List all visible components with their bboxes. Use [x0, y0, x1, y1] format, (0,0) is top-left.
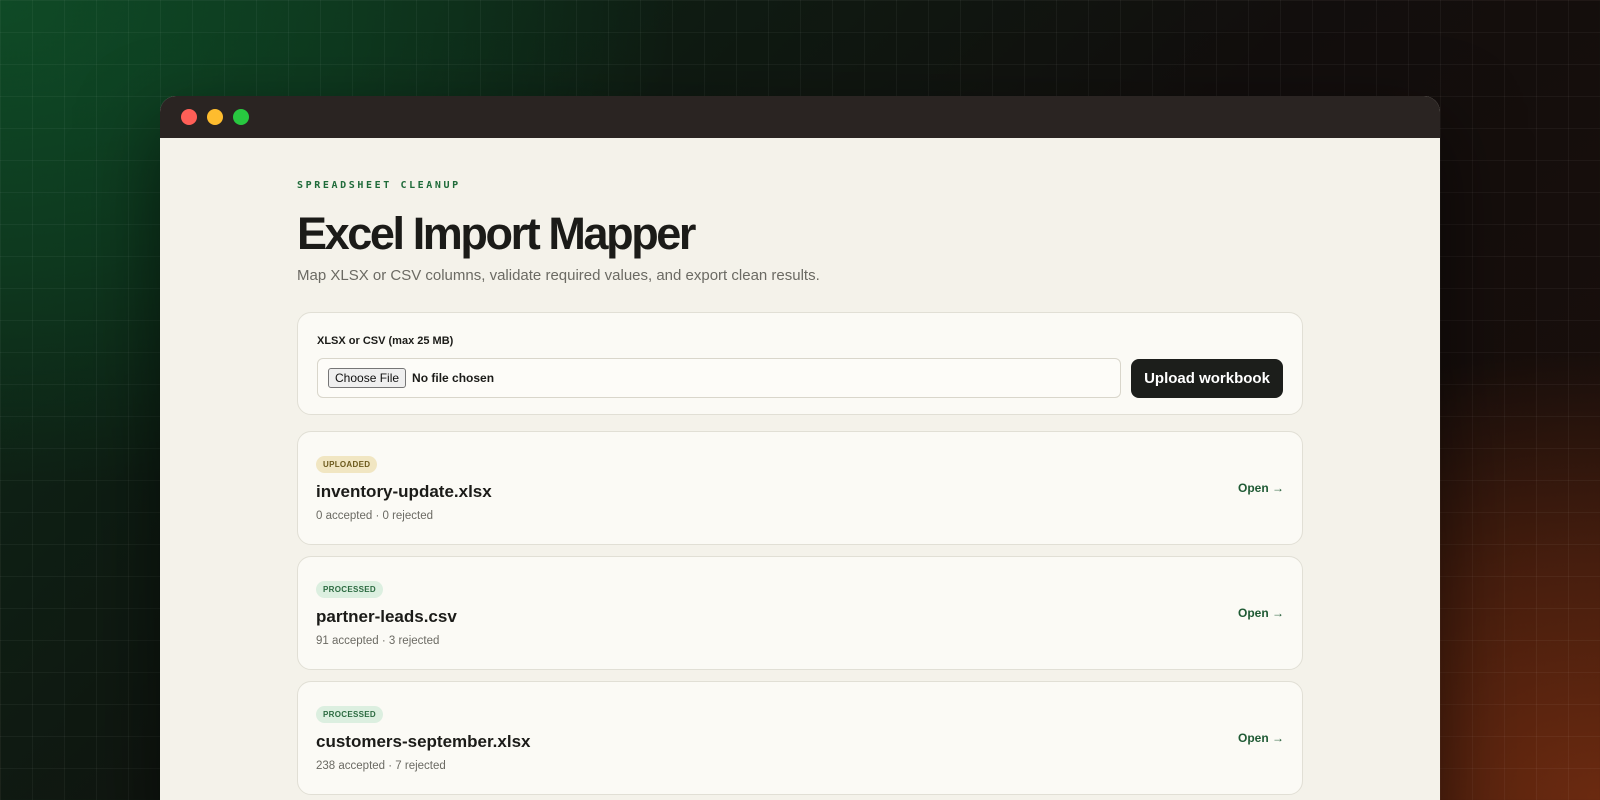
page-title: Excel Import Mapper — [297, 208, 696, 259]
import-summary: 91 accepted · 3 rejected — [316, 635, 440, 647]
status-badge: PROCESSED — [316, 706, 383, 723]
import-card: PROCESSED customers-september.xlsx 238 a… — [297, 681, 1303, 795]
file-status-text: No file chosen — [412, 371, 495, 385]
open-import-link[interactable]: Open → — [1238, 606, 1284, 620]
import-card: UPLOADED inventory-update.xlsx 0 accepte… — [297, 431, 1303, 545]
close-window-button[interactable] — [181, 109, 197, 125]
import-summary: 238 accepted · 7 rejected — [316, 760, 446, 772]
choose-file-button[interactable]: Choose File — [328, 368, 407, 388]
import-card: PROCESSED partner-leads.csv 91 accepted … — [297, 556, 1303, 670]
page-content: SPREADSHEET CLEANUP Excel Import Mapper … — [160, 138, 1440, 795]
upload-row: Choose File No file chosen Upload workbo… — [317, 358, 1283, 398]
imports-list: UPLOADED inventory-update.xlsx 0 accepte… — [297, 431, 1303, 795]
file-input[interactable]: Choose File No file chosen — [317, 358, 1121, 398]
zoom-window-button[interactable] — [233, 109, 249, 125]
upload-form: XLSX or CSV (max 25 MB) Choose File No f… — [297, 312, 1303, 415]
app-window: SPREADSHEET CLEANUP Excel Import Mapper … — [160, 96, 1440, 800]
import-file-name: partner-leads.csv — [316, 607, 457, 626]
minimize-window-button[interactable] — [207, 109, 223, 125]
status-badge: UPLOADED — [316, 456, 378, 473]
open-import-link[interactable]: Open → — [1238, 731, 1284, 745]
import-file-name: customers-september.xlsx — [316, 732, 531, 751]
upload-workbook-button[interactable]: Upload workbook — [1131, 358, 1283, 398]
page-eyebrow: SPREADSHEET CLEANUP — [297, 180, 461, 191]
window-titlebar — [160, 96, 1440, 138]
import-file-name: inventory-update.xlsx — [316, 482, 492, 501]
upload-field-label: XLSX or CSV (max 25 MB) — [317, 335, 454, 347]
status-badge: PROCESSED — [316, 581, 383, 598]
import-summary: 0 accepted · 0 rejected — [316, 510, 433, 522]
page-subtitle: Map XLSX or CSV columns, validate requir… — [297, 267, 820, 284]
open-import-link[interactable]: Open → — [1238, 481, 1284, 495]
